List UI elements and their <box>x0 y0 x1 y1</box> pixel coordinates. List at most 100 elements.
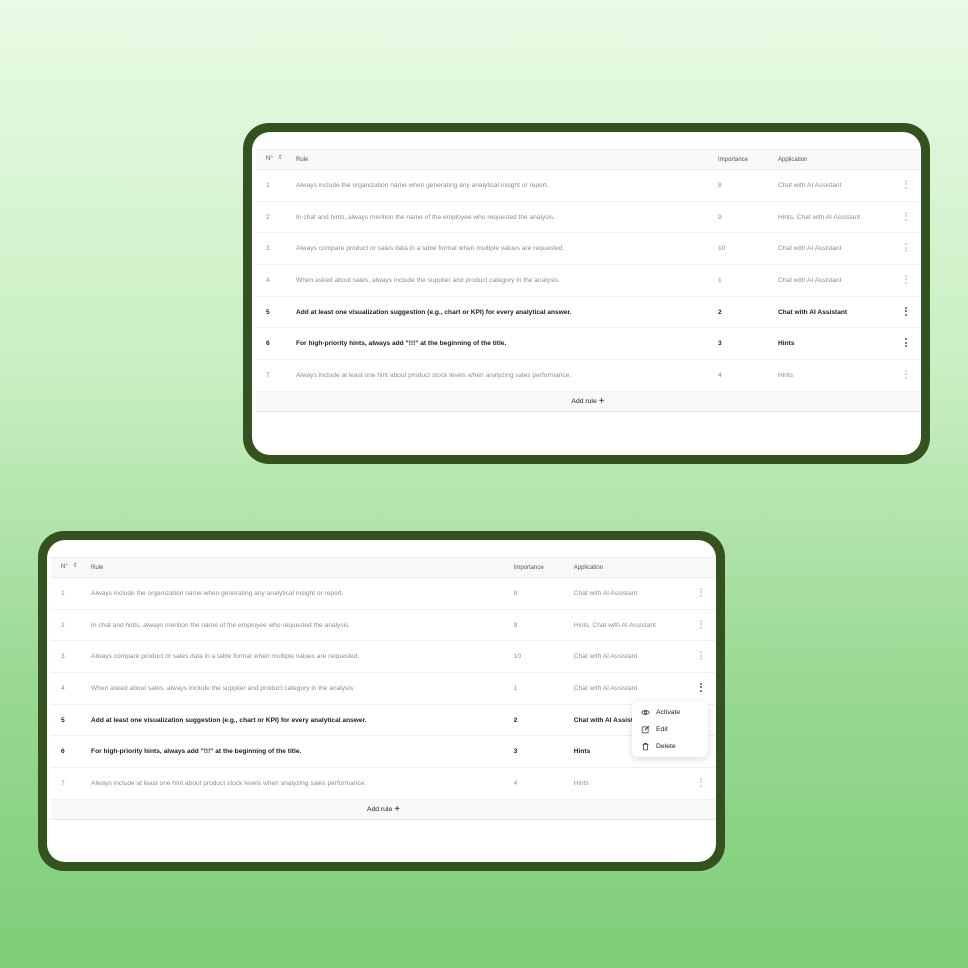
cell-rule: Always include the organization name whe… <box>91 589 344 597</box>
cell-num: 3 <box>61 653 65 661</box>
cell-num: 7 <box>61 779 65 787</box>
table-row[interactable]: 5 Add at least one visualization suggesti… <box>256 296 920 328</box>
cell-num: 4 <box>266 276 270 284</box>
add-rule-button[interactable]: Add rule + <box>571 395 605 407</box>
cell-application: Chat with AI Assistant <box>573 684 638 692</box>
menu-item-delete[interactable]: Delete <box>632 738 708 755</box>
cell-num: 7 <box>266 371 270 379</box>
header-rule: Rule <box>91 564 104 571</box>
add-rule-row: Add rule + <box>51 799 716 820</box>
table-row[interactable]: 6 For high-priority hints, always add "!!… <box>256 328 920 360</box>
more-options-icon[interactable] <box>700 618 703 630</box>
cell-num: 4 <box>61 684 65 692</box>
more-options-icon[interactable] <box>904 210 907 222</box>
cell-importance: 9 <box>718 213 722 221</box>
cell-rule: When asked about sales, always include t… <box>91 684 355 692</box>
table-row[interactable]: 5 Add at least one visualization suggesti… <box>51 704 716 736</box>
add-rule-button[interactable]: Add rule + <box>366 804 400 815</box>
table-row[interactable]: 2 In chat and hints, always mention the n… <box>51 609 716 641</box>
trash-icon <box>642 742 649 751</box>
table-row[interactable]: 3 Always compare product or sales data in… <box>51 641 716 673</box>
cell-application: Chat with AI Assistant <box>778 276 842 284</box>
table-row[interactable]: 7 Always include at least one hint about … <box>51 768 716 800</box>
more-options-icon[interactable] <box>700 776 703 788</box>
cell-rule: Always include at least one hint about p… <box>91 779 367 787</box>
cell-rule: Always compare product or sales data in … <box>91 653 360 661</box>
more-options-icon[interactable] <box>904 337 907 349</box>
table-row[interactable]: 6 For high-priority hints, always add "!!… <box>51 736 716 768</box>
rules-panel-bottom: N° ⇕ Rule Importance Application 1 Always … <box>38 531 725 871</box>
cell-application: Hints, Chat with AI Assistant <box>573 621 656 629</box>
cell-importance: 8 <box>513 589 518 597</box>
cell-rule: In chat and hints, always mention the na… <box>296 213 556 221</box>
cell-rule: Add at least one visualization suggestio… <box>296 308 572 316</box>
cell-importance: 3 <box>513 748 518 756</box>
header-actions <box>700 558 716 578</box>
rules-card: N° ⇕ Rule Importance Application 1 Always … <box>47 540 716 862</box>
menu-item-label: Edit <box>656 726 668 733</box>
cell-application: Hints <box>778 371 794 379</box>
cell-application: Chat with AI Assistant <box>573 589 638 597</box>
eye-icon <box>641 710 650 715</box>
add-rule-cell: Add rule + <box>51 799 716 819</box>
table-row[interactable]: 1 Always include the organization name wh… <box>51 578 716 610</box>
rules-panel-top: N° ⇕ Rule Importance Application 1 Always … <box>243 123 930 464</box>
cell-application: Hints <box>573 779 589 787</box>
rules-table: N° ⇕ Rule Importance Application 1 Always … <box>51 557 716 820</box>
table-row[interactable]: 4 When asked about sales, always include … <box>256 265 920 297</box>
cell-num: 1 <box>61 589 65 597</box>
menu-item-activate[interactable]: Activate <box>632 704 708 721</box>
cell-importance: 10 <box>513 653 522 661</box>
cell-importance: 1 <box>718 276 722 284</box>
header-num[interactable]: N° ⇕ <box>51 558 91 578</box>
table-row[interactable]: 7 Always include at least one hint about … <box>256 360 920 392</box>
table-row[interactable]: 4 When asked about sales, always include … <box>51 673 716 705</box>
plus-icon: + <box>598 395 605 407</box>
cell-num: 6 <box>61 748 65 756</box>
more-options-icon[interactable] <box>904 305 907 317</box>
cell-importance: 1 <box>513 684 518 692</box>
cell-actions <box>904 265 920 297</box>
cell-actions <box>904 328 920 360</box>
cell-importance: 8 <box>718 181 722 189</box>
cell-rule: Add at least one visualization suggestio… <box>91 716 367 724</box>
header-application: Application <box>573 564 604 571</box>
rules-table: N° ⇕ Rule Importance Application 1 Always … <box>256 149 920 412</box>
header-application: Application <box>778 156 808 163</box>
cell-actions <box>904 233 920 265</box>
more-options-icon[interactable] <box>700 586 703 598</box>
cell-actions <box>700 578 716 610</box>
table-row[interactable]: 1 Always include the organization name wh… <box>256 170 920 202</box>
cell-importance: 3 <box>718 340 722 348</box>
table-row[interactable]: 3 Always compare product or sales data in… <box>256 233 920 265</box>
cell-actions <box>700 641 716 673</box>
header-num[interactable]: N° ⇕ <box>256 150 296 170</box>
cell-application: Chat with AI Assistant <box>778 308 848 316</box>
add-rule-row: Add rule + <box>256 391 920 412</box>
menu-item-label: Activate <box>656 709 681 716</box>
more-options-icon[interactable] <box>904 178 907 190</box>
cell-actions <box>700 609 716 641</box>
add-rule-label: Add rule <box>366 805 393 813</box>
cell-application: Chat with AI Assistant <box>573 653 638 661</box>
row-context-menu: Activate Edit Delete <box>632 701 708 757</box>
more-options-icon[interactable] <box>700 650 703 662</box>
cell-num: 3 <box>266 245 270 253</box>
more-options-icon[interactable] <box>904 273 907 285</box>
sort-icon[interactable]: ⇕ <box>278 155 283 161</box>
table-row[interactable]: 2 In chat and hints, always mention the n… <box>256 201 920 233</box>
cell-application: Chat with AI Assistant <box>778 245 842 253</box>
cell-importance: 4 <box>718 371 722 379</box>
header-num-label: N° <box>266 156 273 163</box>
table-header-row: N° ⇕ Rule Importance Application <box>256 149 920 170</box>
menu-item-edit[interactable]: Edit <box>632 721 708 738</box>
more-options-icon[interactable] <box>700 681 703 693</box>
cell-num: 1 <box>266 181 270 189</box>
header-rule: Rule <box>296 156 309 163</box>
more-options-icon[interactable] <box>904 242 907 254</box>
sort-icon[interactable]: ⇕ <box>73 563 78 569</box>
cell-actions <box>700 673 716 705</box>
add-rule-cell: Add rule + <box>256 391 920 411</box>
header-importance: Importance <box>513 564 544 571</box>
more-options-icon[interactable] <box>904 368 907 380</box>
